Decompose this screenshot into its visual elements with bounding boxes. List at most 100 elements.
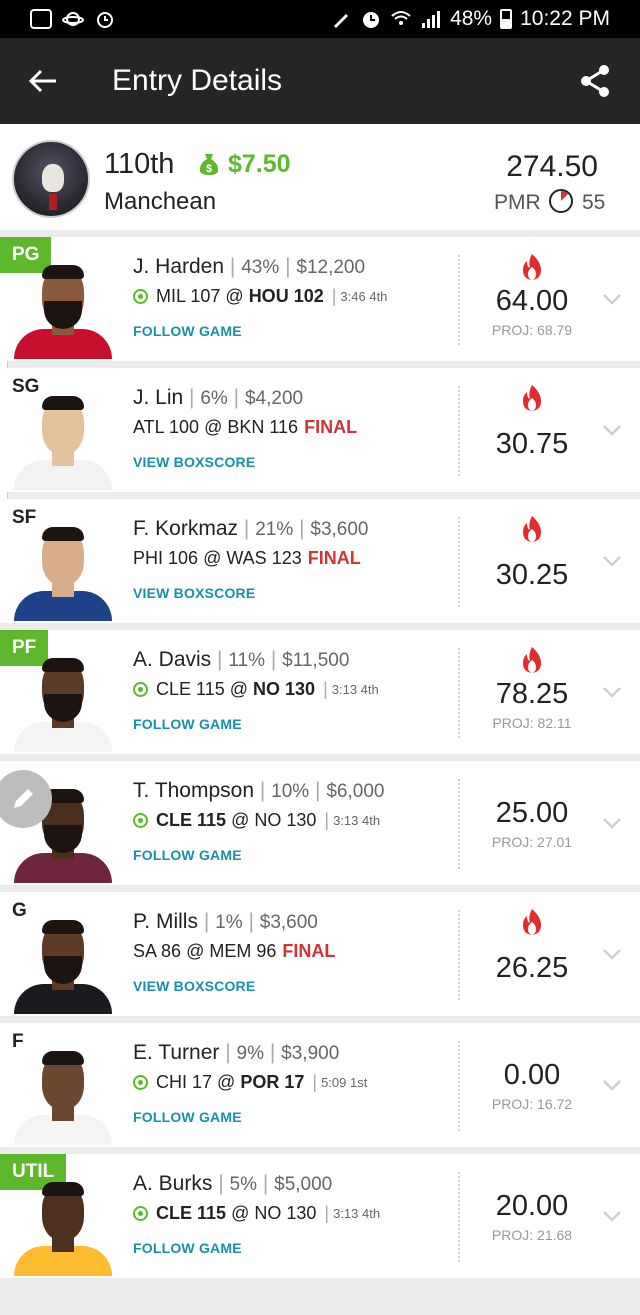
player-salary: $3,900	[281, 1043, 340, 1064]
game-link[interactable]: VIEW BOXSCORE	[133, 585, 255, 601]
player-info: P. Mills | 1% | $3,600	[133, 910, 318, 933]
player-info: A. Burks | 5% | $5,000	[133, 1172, 333, 1195]
game-status: MIL 107 @ HOU 102 | 3:46 4th	[133, 286, 387, 307]
game-link[interactable]: VIEW BOXSCORE	[133, 978, 255, 994]
chevron-down-icon[interactable]	[600, 815, 624, 831]
game-final-label: FINAL	[304, 417, 358, 437]
home-team-score: MEM 96	[209, 941, 277, 961]
row-divider	[458, 1172, 460, 1262]
pmr-label: PMR	[494, 191, 541, 214]
at-symbol: @	[225, 286, 244, 306]
pen-icon	[334, 14, 349, 28]
at-symbol: @	[231, 1203, 250, 1223]
player-photo[interactable]	[14, 916, 112, 1014]
player-photo[interactable]	[14, 261, 112, 359]
game-status: CLE 115 @ NO 130 | 3:13 4th	[133, 679, 379, 700]
away-team-score: CLE 115	[156, 679, 225, 699]
game-link[interactable]: VIEW BOXSCORE	[133, 454, 255, 470]
game-clock: 5:09 1st	[321, 1075, 368, 1090]
live-indicator-icon	[133, 1206, 148, 1221]
player-name[interactable]: P. Mills	[133, 910, 198, 933]
back-button[interactable]	[0, 38, 86, 124]
game-link[interactable]: FOLLOW GAME	[133, 1240, 242, 1256]
at-symbol: @	[217, 1072, 236, 1092]
player-name[interactable]: T. Thompson	[133, 779, 254, 802]
svg-text:$: $	[206, 163, 212, 175]
game-link[interactable]: FOLLOW GAME	[133, 847, 242, 863]
away-team-score: ATL 100	[133, 417, 200, 437]
player-salary: $4,200	[244, 388, 304, 409]
projected-points: PROJ: 68.79	[491, 322, 573, 338]
player-salary: $5,000	[274, 1174, 333, 1195]
at-symbol: @	[186, 941, 205, 961]
fire-icon	[523, 516, 541, 542]
away-team-score: SA 86	[133, 941, 182, 961]
game-link[interactable]: FOLLOW GAME	[133, 716, 242, 732]
player-info: J. Harden | 43% | $12,200	[133, 255, 366, 278]
row-divider	[458, 648, 460, 738]
player-row[interactable]: SG J. Lin | 6% | $4,200 ATL 100 @ BKN 116 F…	[0, 368, 640, 492]
player-name[interactable]: J. Lin	[133, 386, 183, 409]
player-row[interactable]: CT. Thompson | 10% | $6,000CLE 115 @ NO …	[0, 761, 640, 885]
alarm-icon	[97, 12, 113, 28]
fantasy-points: 26.25	[495, 952, 569, 984]
chevron-down-icon[interactable]	[600, 946, 624, 962]
live-indicator-icon	[133, 813, 148, 828]
at-symbol: @	[229, 679, 249, 699]
chevron-down-icon[interactable]	[600, 553, 624, 569]
ownership-percent: 5%	[229, 1174, 257, 1195]
game-clock: 3:13 4th	[331, 682, 379, 697]
player-photo[interactable]	[14, 654, 112, 752]
player-salary: $11,500	[282, 650, 350, 671]
pmr-value: 55	[582, 191, 606, 214]
fire-icon	[523, 385, 541, 411]
fire-icon	[523, 647, 541, 673]
ownership-percent: 9%	[236, 1043, 264, 1064]
chevron-down-icon[interactable]	[600, 422, 624, 438]
game-status: CHI 17 @ POR 17 | 5:09 1st	[133, 1072, 367, 1093]
game-link[interactable]: FOLLOW GAME	[133, 1109, 242, 1125]
player-row[interactable]: G P. Mills | 1% | $3,600 SA 86 @ MEM 96 FIN…	[0, 892, 640, 1016]
row-divider	[458, 255, 460, 345]
chevron-down-icon[interactable]	[600, 1208, 624, 1224]
ownership-percent: 21%	[255, 519, 294, 540]
player-row[interactable]: UTIL A. Burks | 5% | $5,000 CLE 115 @ NO 1…	[0, 1154, 640, 1278]
fantasy-points: 30.75	[495, 428, 569, 460]
live-indicator-icon	[133, 289, 148, 304]
player-name[interactable]: E. Turner	[133, 1041, 219, 1064]
game-link[interactable]: FOLLOW GAME	[133, 323, 242, 339]
away-team-score: PHI 106	[133, 548, 199, 568]
game-final-label: FINAL	[307, 548, 361, 568]
app-screen: 48% 10:22 PM Entry Details 110th $ $7.50…	[0, 0, 640, 1315]
at-symbol: @	[204, 417, 223, 437]
game-status: CLE 115 @ NO 130 | 3:13 4th	[133, 810, 380, 831]
battery-percent: 48%	[450, 7, 493, 30]
player-info: A. Davis | 11% | $11,500	[133, 648, 350, 671]
live-indicator-icon	[133, 1075, 148, 1090]
player-photo[interactable]	[14, 1047, 112, 1145]
player-row[interactable]: SF F. Korkmaz | 21% | $3,600 PHI 106 @ WAS…	[0, 499, 640, 623]
fire-icon	[523, 909, 541, 935]
player-name[interactable]: F. Korkmaz	[133, 517, 238, 540]
player-name[interactable]: J. Harden	[133, 255, 224, 278]
player-name[interactable]: A. Davis	[133, 648, 211, 671]
home-team-score: NO 130	[254, 810, 317, 830]
entry-summary: 110th $ $7.50 Manchean 274.50 PMR 55	[0, 124, 640, 230]
chevron-down-icon[interactable]	[600, 1077, 624, 1093]
player-photo[interactable]	[14, 392, 112, 490]
row-divider	[458, 386, 460, 476]
avatar[interactable]	[12, 140, 90, 218]
player-photo[interactable]	[14, 523, 112, 621]
share-button[interactable]	[570, 56, 620, 106]
game-status: PHI 106 @ WAS 123 FINAL	[133, 548, 361, 569]
player-row[interactable]: PF A. Davis | 11% | $11,500 CLE 115 @ NO 1…	[0, 630, 640, 754]
home-team-score: NO 130	[254, 1203, 317, 1223]
player-row[interactable]: F E. Turner | 9% | $3,900 CHI 17 @ POR 17 |…	[0, 1023, 640, 1147]
at-symbol: @	[203, 548, 222, 568]
player-row[interactable]: PG J. Harden | 43% | $12,200 MIL 107 @ HOU…	[0, 237, 640, 361]
player-photo[interactable]	[14, 1178, 112, 1276]
chevron-down-icon[interactable]	[600, 291, 624, 307]
entry-winnings: $7.50	[228, 150, 291, 178]
player-name[interactable]: A. Burks	[133, 1172, 212, 1195]
chevron-down-icon[interactable]	[600, 684, 624, 700]
